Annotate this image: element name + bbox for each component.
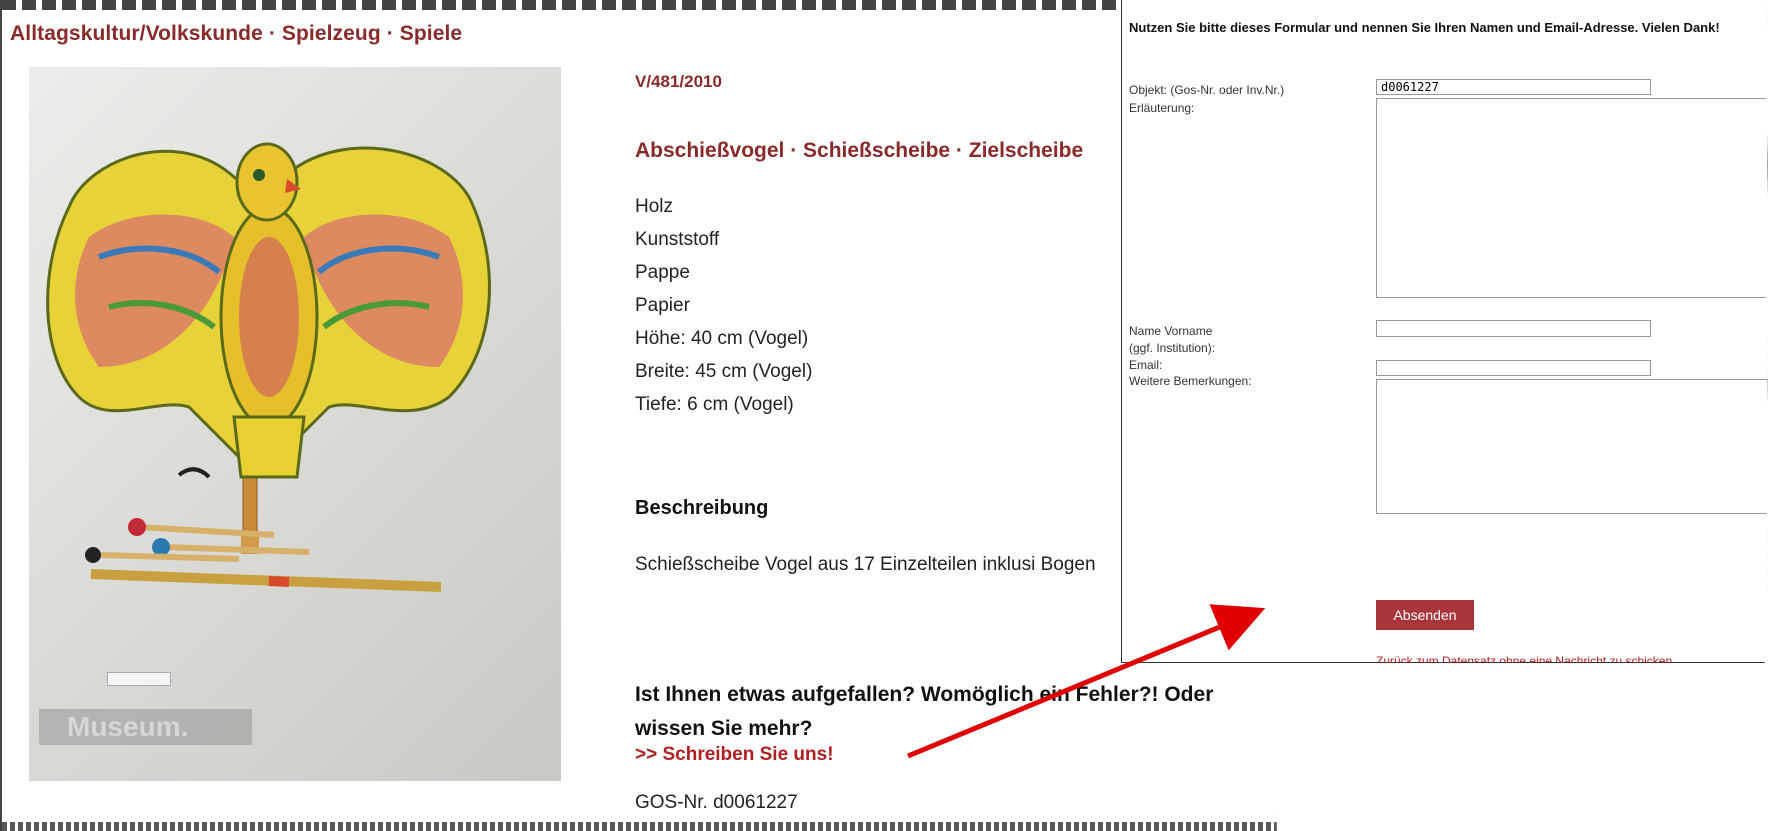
submit-button[interactable]: Absenden [1376, 600, 1474, 630]
description-heading: Beschreibung [635, 497, 769, 519]
form-intro: Nutzen Sie bitte dieses Formular und nen… [1129, 20, 1720, 35]
torn-bottom-edge [2, 822, 1277, 831]
material-item: Papier [635, 295, 690, 316]
material-item: Holz [635, 196, 674, 217]
dimension-height: Höhe: 40 cm (Vogel) [635, 328, 809, 349]
object-photo[interactable]: Museum. [29, 67, 561, 781]
inventory-number: V/481/2010 [635, 72, 722, 91]
materials-list: Holz Kunststoff Pappe Papier Höhe: 40 cm… [635, 190, 812, 421]
name-input[interactable] [1376, 320, 1651, 337]
museum-watermark: Museum. [39, 709, 252, 745]
material-item: Kunststoff [635, 229, 720, 250]
back-to-record-link[interactable]: Zurück zum Datensatz ohne eine Nachricht… [1376, 654, 1672, 663]
remarks-label: Weitere Bemerkungen: [1129, 374, 1252, 388]
explanation-label: Erläuterung: [1129, 101, 1195, 115]
object-record-page: Alltagskultur/Volkskunde · Spielzeug · S… [0, 0, 1277, 831]
email-input[interactable] [1376, 360, 1651, 376]
torn-top-edge [2, 0, 1122, 10]
object-tag-label [107, 672, 171, 686]
feedback-question: Ist Ihnen etwas aufgefallen? Womöglich e… [635, 683, 1214, 740]
breadcrumb[interactable]: Alltagskultur/Volkskunde · Spielzeug · S… [10, 22, 462, 46]
dimension-width: Breite: 45 cm (Vogel) [635, 361, 813, 382]
explanation-textarea[interactable] [1376, 98, 1768, 298]
write-us-link[interactable]: >> Schreiben Sie uns! [635, 744, 834, 766]
feedback-form-panel: Nutzen Sie bitte dieses Formular und nen… [1121, 0, 1768, 663]
description-text: Schießscheibe Vogel aus 17 Einzelteilen … [635, 554, 1096, 575]
object-title: Abschießvogel · Schießscheibe · Zielsche… [635, 139, 1084, 162]
name-label-institution: (ggf. Institution): [1129, 341, 1216, 355]
gos-number: GOS-Nr. d0061227 [635, 792, 798, 813]
object-input[interactable] [1376, 79, 1651, 95]
dimension-depth: Tiefe: 6 cm (Vogel) [635, 394, 794, 415]
email-label: Email: [1129, 358, 1163, 372]
name-label: Name Vorname [1129, 324, 1213, 338]
remarks-textarea[interactable] [1376, 379, 1768, 514]
object-label: Objekt: (Gos-Nr. oder Inv.Nr.) [1129, 83, 1285, 97]
material-item: Pappe [635, 262, 690, 283]
